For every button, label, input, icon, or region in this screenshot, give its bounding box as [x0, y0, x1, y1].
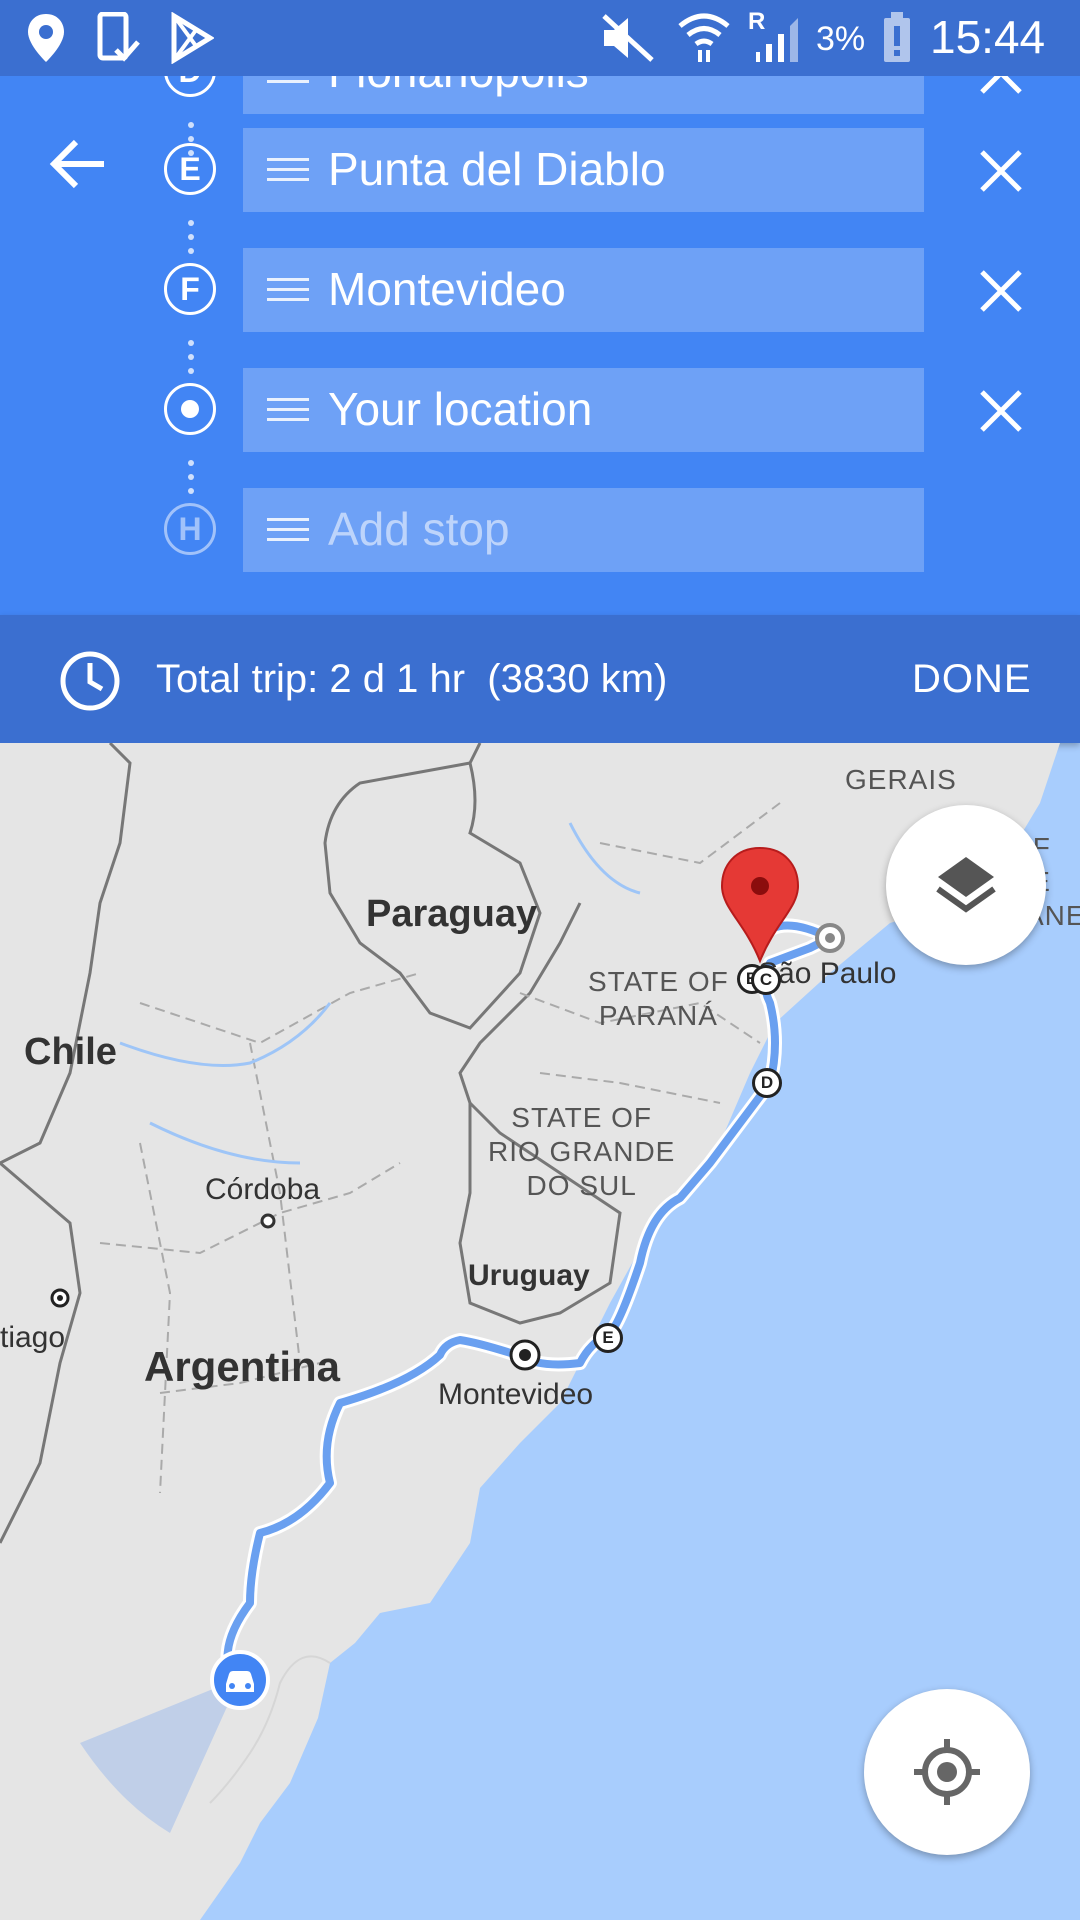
state-label-gerais: GERAIS: [845, 764, 957, 795]
drag-handle-icon: [267, 518, 309, 542]
stop-row-e: E Punta del Diablo: [0, 128, 1080, 212]
remove-stop-your-location-icon[interactable]: [976, 386, 1026, 436]
done-button[interactable]: DONE: [912, 657, 1032, 702]
stop-field-your-location[interactable]: Your location: [243, 368, 924, 452]
country-label-chile: Chile: [24, 1031, 117, 1073]
drag-handle-icon[interactable]: [267, 158, 309, 182]
battery-alert-icon: [884, 12, 910, 62]
your-location-marker-icon: [164, 383, 216, 435]
add-stop-row: H Add stop: [0, 488, 1080, 572]
stop-field-f[interactable]: Montevideo: [243, 248, 924, 332]
route-marker-c[interactable]: C: [751, 965, 781, 995]
gps-target-icon: [914, 1739, 980, 1805]
signal-icon: [756, 18, 798, 62]
stop-label-d: Florianópolis: [328, 76, 589, 98]
route-marker-d[interactable]: D: [752, 1068, 782, 1098]
stop-row-d: D Florianópolis: [0, 76, 1080, 114]
route-marker-e[interactable]: E: [593, 1323, 623, 1353]
stop-label-e: Punta del Diablo: [328, 143, 666, 195]
stop-marker-h: H: [164, 503, 216, 555]
trip-summary-text: Total trip: 2 d 1 hr (3830 km): [156, 657, 668, 701]
layers-button[interactable]: [886, 805, 1046, 965]
car-icon: [226, 1671, 254, 1692]
wifi-icon: [678, 13, 730, 62]
mute-icon: [602, 14, 654, 62]
location-icon: [28, 14, 64, 62]
layers-icon: [936, 857, 996, 913]
state-label-parana: STATE OF PARANÁ: [588, 966, 729, 1031]
map-view[interactable]: GERAIS OFDEJANEIRO Paraguay STATE OFPARA…: [0, 743, 1080, 1920]
drag-handle-icon[interactable]: [267, 76, 309, 84]
stop-label-f: Montevideo: [328, 263, 566, 315]
drag-handle-icon[interactable]: [267, 398, 309, 422]
country-label-uruguay: Uruguay: [468, 1259, 590, 1292]
trip-summary-bar: Total trip: 2 d 1 hr (3830 km) DONE: [0, 615, 1080, 743]
battery-percent: 3%: [816, 20, 866, 58]
clock-time: 15:44: [930, 11, 1046, 63]
drag-handle-icon[interactable]: [267, 278, 309, 302]
stop-row-your-location: Your location: [0, 368, 1080, 452]
directions-panel: D Florianópolis E Punta del Diablo F Mon…: [0, 76, 1080, 615]
stop-field-e[interactable]: Punta del Diablo: [243, 128, 924, 212]
status-bar: R 3% 15:44: [0, 0, 1080, 76]
add-stop-input[interactable]: Add stop: [243, 488, 924, 572]
add-stop-placeholder: Add stop: [328, 503, 510, 555]
country-label-argentina: Argentina: [144, 1343, 341, 1390]
clock-icon: [60, 651, 120, 711]
state-label-rio-grande-do-sul: STATE OF RIO GRANDE DO SUL: [488, 1102, 676, 1201]
stop-marker-d: D: [164, 76, 216, 97]
stop-marker-e: E: [164, 143, 216, 195]
stop-label-your-location: Your location: [328, 383, 593, 435]
country-label-paraguay: Paraguay: [366, 893, 538, 935]
my-location-button[interactable]: [864, 1689, 1030, 1855]
city-label-cordoba: Córdoba: [205, 1173, 321, 1206]
play-store-icon: [171, 12, 214, 64]
stop-row-f: F Montevideo: [0, 248, 1080, 332]
remove-stop-d-icon[interactable]: [976, 76, 1026, 98]
current-location-car-icon[interactable]: [210, 1650, 270, 1710]
city-label-santiago: tiago: [0, 1321, 66, 1354]
remove-stop-f-icon[interactable]: [976, 266, 1026, 316]
device-check-icon: [97, 12, 140, 62]
cordoba-dot: [260, 1213, 276, 1229]
stop-marker-f: F: [164, 263, 216, 315]
remove-stop-e-icon[interactable]: [976, 146, 1026, 196]
city-label-montevideo: Montevideo: [438, 1378, 594, 1411]
stop-field-d[interactable]: Florianópolis: [243, 76, 924, 114]
